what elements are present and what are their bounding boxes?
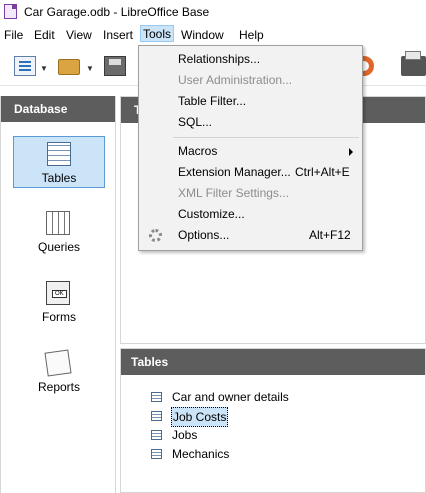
database-item-forms[interactable]: Forms <box>13 276 105 328</box>
table-icon <box>151 411 162 421</box>
menu-item-sql[interactable]: SQL... <box>139 112 362 133</box>
menu-item-label: Customize... <box>178 207 245 221</box>
menu-file[interactable]: File <box>2 27 25 44</box>
database-panel-header: Database <box>1 96 115 122</box>
menu-item-table-filter[interactable]: Table Filter... <box>139 91 362 112</box>
tools-menu-dropdown: Relationships... User Administration... … <box>138 45 363 251</box>
save-icon[interactable] <box>104 56 126 76</box>
menu-help[interactable]: Help <box>237 27 266 44</box>
menu-bar: File Edit View Insert Tools Window Help <box>0 24 426 46</box>
menu-edit[interactable]: Edit <box>32 27 57 44</box>
menu-item-label: Extension Manager... <box>178 165 291 179</box>
menu-item-label: Table Filter... <box>178 94 247 108</box>
submenu-arrow-icon <box>349 148 353 156</box>
menu-item-options[interactable]: Options... Alt+F12 <box>139 225 362 246</box>
title-bar: Car Garage.odb - LibreOffice Base <box>0 0 426 24</box>
tables-panel-header: Tables <box>121 349 425 375</box>
gear-icon <box>149 229 162 242</box>
menu-item-customize[interactable]: Customize... <box>139 204 362 225</box>
new-document-icon[interactable] <box>14 56 36 76</box>
menu-separator <box>173 137 359 138</box>
menu-item-shortcut: Ctrl+Alt+E <box>295 165 350 179</box>
menu-item-shortcut: Alt+F12 <box>309 228 351 242</box>
menu-insert[interactable]: Insert <box>101 27 135 44</box>
database-item-label: Tables <box>41 171 77 185</box>
database-item-queries[interactable]: Queries <box>13 206 105 258</box>
query-icon <box>46 211 70 235</box>
menu-item-label: XML Filter Settings... <box>178 186 289 200</box>
menu-item-label: Relationships... <box>178 52 261 66</box>
report-icon <box>44 349 72 377</box>
database-item-label: Queries <box>37 240 81 254</box>
menu-window[interactable]: Window <box>179 27 226 44</box>
menu-item-xml-filter-settings: XML Filter Settings... <box>139 183 362 204</box>
menu-view[interactable]: View <box>64 27 94 44</box>
menu-item-label: Options... <box>178 228 230 242</box>
menu-item-label: User Administration... <box>178 73 293 87</box>
table-icon <box>151 449 162 459</box>
window-title: Car Garage.odb - LibreOffice Base <box>24 5 210 19</box>
menu-item-extension-manager[interactable]: Extension Manager... Ctrl+Alt+E <box>139 162 362 183</box>
table-name: Mechanics <box>172 447 230 461</box>
tables-panel: Tables Car and owner details Job Costs J… <box>120 348 426 493</box>
menu-item-user-administration: User Administration... <box>139 70 362 91</box>
menu-item-relationships[interactable]: Relationships... <box>139 49 362 70</box>
table-name: Job Costs <box>171 407 229 427</box>
menu-item-label: Macros <box>178 144 218 158</box>
open-folder-icon[interactable] <box>58 59 80 75</box>
database-panel: Database Tables Queries Forms Reports <box>0 96 116 493</box>
menu-item-label: SQL... <box>178 115 213 129</box>
database-item-label: Forms <box>42 310 76 324</box>
table-name: Car and owner details <box>172 390 289 404</box>
open-dropdown-chevron-icon[interactable]: ▼ <box>86 64 94 73</box>
new-dropdown-chevron-icon[interactable]: ▼ <box>40 64 48 73</box>
database-item-reports[interactable]: Reports <box>13 346 105 398</box>
table-icon <box>151 392 162 402</box>
table-icon <box>151 430 162 440</box>
menu-tools[interactable]: Tools <box>140 25 175 42</box>
form-icon <box>46 281 70 305</box>
database-item-label: Reports <box>37 380 81 394</box>
table-icon <box>47 142 71 166</box>
libreoffice-base-icon <box>4 4 17 19</box>
database-item-tables[interactable]: Tables <box>13 136 105 188</box>
printer-icon[interactable] <box>401 51 426 76</box>
table-name: Jobs <box>172 428 198 442</box>
menu-item-macros[interactable]: Macros <box>139 141 362 162</box>
